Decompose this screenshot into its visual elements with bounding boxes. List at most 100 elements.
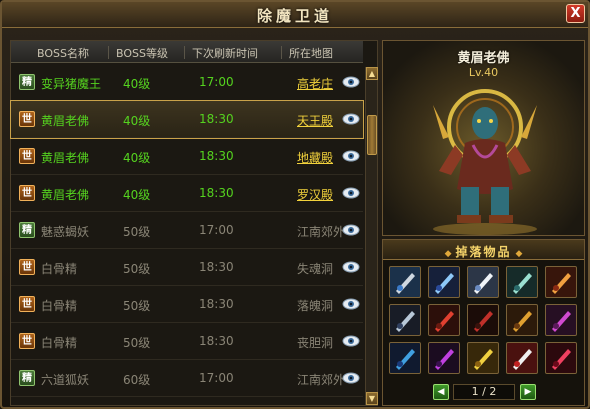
boss-name-cell: 白骨精 (41, 262, 78, 276)
refresh-time-cell: 18:30 (199, 149, 234, 163)
table-row[interactable]: 世白骨精 50级 18:30 丧胆洞 (11, 323, 363, 360)
page-indicator: 1 / 2 (453, 384, 515, 400)
boss-name-cell: 白骨精 (41, 336, 78, 350)
boss-name-cell: 变异猪魔王 (41, 77, 102, 91)
table-row[interactable]: 世白骨精 50级 18:30 失魂洞 (11, 249, 363, 286)
scrollbar[interactable]: ▲ ▼ (365, 67, 378, 405)
header-refresh-time: 下次刷新时间 (184, 46, 258, 60)
boss-level-cell: 50级 (123, 336, 151, 350)
eye-icon[interactable] (342, 260, 360, 274)
sword-icon (390, 267, 420, 297)
refresh-time-cell: 18:30 (199, 334, 234, 348)
table-row[interactable]: 世黄眉老佛 40级 18:30 罗汉殿 (11, 175, 363, 212)
eye-icon[interactable] (342, 297, 360, 311)
boss-table: BOSS名称 BOSS等级 下次刷新时间 所在地图 精 变异猪魔王 40级 17:00… (10, 40, 378, 406)
map-link[interactable]: 失魂洞 (297, 260, 333, 277)
drop-item-slot[interactable] (428, 342, 460, 374)
eye-icon[interactable] (342, 371, 360, 385)
map-link[interactable]: 落魄洞 (297, 297, 333, 314)
white-blade-icon (468, 267, 498, 297)
scroll-thumb[interactable] (367, 115, 377, 155)
drop-item-slot[interactable] (389, 266, 421, 298)
table-row[interactable]: 世黄眉老佛 40级 18:30 天王殿 (10, 100, 364, 139)
boss-level-cell: 50级 (123, 225, 151, 239)
spear-icon (507, 267, 537, 297)
pager: ◀ 1 / 2 ▶ (383, 383, 584, 403)
boss-type-badge: 精 (19, 222, 35, 238)
map-link[interactable]: 江南郊外 (297, 371, 345, 388)
boss-level-cell: 40级 (123, 151, 151, 165)
boss-name-cell: 白骨精 (41, 299, 78, 313)
gold-necklace-icon (507, 305, 537, 335)
header-boss-level: BOSS等级 (108, 46, 168, 60)
boss-window: 除魔卫道 X BOSS名称 BOSS等级 下次刷新时间 所在地图 精 变异猪魔王 4… (0, 0, 590, 409)
drops-title: 掉落物品 (455, 245, 512, 259)
drop-item-slot[interactable] (506, 266, 538, 298)
gold-coins-icon (468, 343, 498, 373)
drop-item-slot[interactable] (428, 304, 460, 336)
drop-item-slot[interactable] (506, 342, 538, 374)
scroll-up-button[interactable]: ▲ (366, 67, 378, 80)
boss-type-badge: 世 (19, 185, 35, 201)
boss-name-cell: 黄眉老佛 (41, 188, 90, 202)
drop-item-slot[interactable] (545, 342, 577, 374)
scroll-down-button[interactable]: ▼ (366, 392, 378, 405)
eye-icon[interactable] (342, 75, 360, 89)
eye-icon[interactable] (342, 223, 360, 237)
bow-icon (390, 305, 420, 335)
boss-type-badge: 世 (19, 296, 35, 312)
map-link[interactable]: 地藏殿 (297, 149, 333, 166)
boss-type-badge: 精 (19, 370, 35, 386)
header-map: 所在地图 (281, 46, 333, 60)
dark-necklace-icon (468, 305, 498, 335)
table-row[interactable]: 精魅惑蝎妖 50级 17:00 江南郊外 (11, 212, 363, 249)
drop-item-slot[interactable] (545, 304, 577, 336)
map-link[interactable]: 江南郊外 (297, 223, 345, 240)
boss-type-badge: 世 (19, 111, 35, 127)
boss-level-cell: 40级 (123, 77, 151, 91)
next-page-button[interactable]: ▶ (520, 384, 536, 400)
drop-item-slot[interactable] (389, 342, 421, 374)
drop-item-slot[interactable] (467, 304, 499, 336)
staff-icon (546, 267, 576, 297)
boss-name-cell: 黄眉老佛 (41, 114, 90, 128)
drop-item-slot[interactable] (428, 266, 460, 298)
purple-crown-icon (546, 305, 576, 335)
boss-name-cell: 黄眉老佛 (41, 151, 90, 165)
boss-preview: 黄眉老佛 Lv.40 (382, 40, 585, 236)
boss-type-badge: 世 (19, 259, 35, 275)
eye-icon[interactable] (342, 186, 360, 200)
boss-level-cell: 50级 (123, 262, 151, 276)
eye-icon[interactable] (342, 334, 360, 348)
drop-item-slot[interactable] (506, 304, 538, 336)
eye-icon[interactable] (342, 112, 360, 126)
table-row[interactable]: 世黄眉老佛 40级 18:30 地藏殿 (11, 138, 363, 175)
close-button[interactable]: X (566, 4, 585, 23)
ornament-left-icon: ◆ (444, 249, 452, 259)
drop-items-panel: ◆ 掉落物品 ◆ ◀ 1 / 2 ▶ (382, 239, 585, 406)
blue-ring-icon (390, 343, 420, 373)
drop-item-slot[interactable] (467, 266, 499, 298)
table-row[interactable]: 世白骨精 50级 18:30 落魄洞 (11, 286, 363, 323)
map-link[interactable]: 高老庄 (297, 75, 333, 92)
boss-level-cell: 60级 (123, 373, 151, 387)
drop-item-slot[interactable] (467, 342, 499, 374)
crystal-icon (429, 343, 459, 373)
map-link[interactable]: 丧胆洞 (297, 334, 333, 351)
drop-item-slot[interactable] (389, 304, 421, 336)
blue-sword-icon (429, 267, 459, 297)
table-row[interactable]: 精六道狐妖 60级 17:00 江南郊外 (11, 360, 363, 397)
red-gem-icon (546, 343, 576, 373)
drop-item-slot[interactable] (545, 266, 577, 298)
map-link[interactable]: 天王殿 (297, 112, 333, 129)
refresh-time-cell: 18:30 (199, 260, 234, 274)
refresh-time-cell: 17:00 (199, 371, 234, 385)
table-row[interactable]: 精变异猪魔王 40级 17:00 高老庄 (11, 64, 363, 101)
window-title: 除魔卫道 (256, 7, 333, 25)
prev-page-button[interactable]: ◀ (433, 384, 449, 400)
header-boss-name: BOSS名称 (37, 47, 89, 60)
title-bar[interactable]: 除魔卫道 X (2, 2, 588, 28)
map-link[interactable]: 罗汉殿 (297, 186, 333, 203)
red-necklace-icon (429, 305, 459, 335)
eye-icon[interactable] (342, 149, 360, 163)
